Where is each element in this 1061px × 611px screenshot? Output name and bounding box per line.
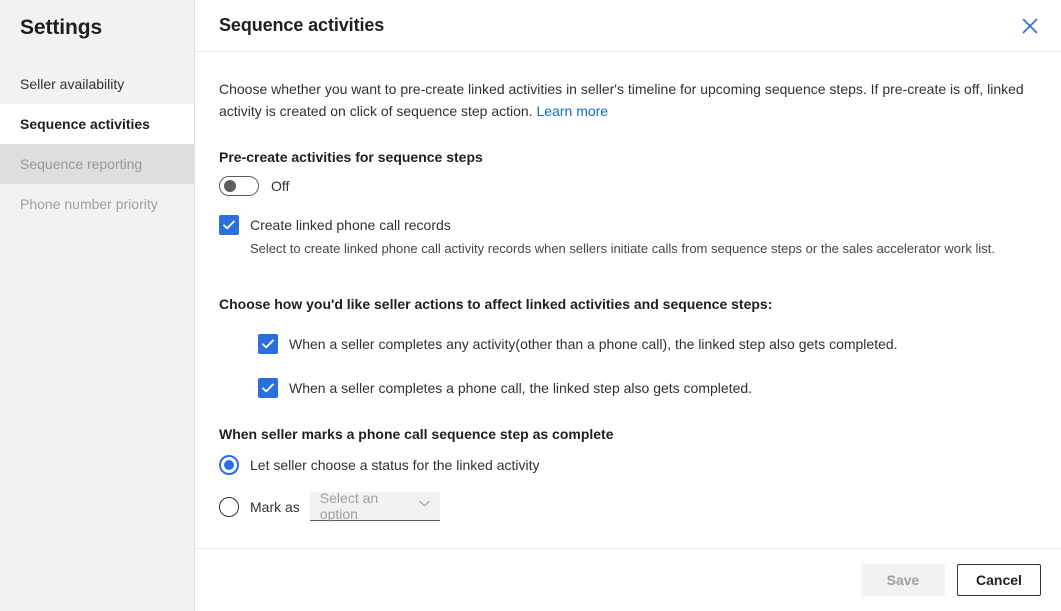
sidebar-item-label: Phone number priority: [20, 196, 158, 212]
precreate-toggle-row: Off: [219, 176, 1037, 196]
sidebar-item-sequence-reporting[interactable]: Sequence reporting: [0, 144, 194, 184]
radio-let-seller-row: Let seller choose a status for the linke…: [219, 455, 1037, 475]
save-button[interactable]: Save: [861, 564, 945, 596]
intro-text: Choose whether you want to pre-create li…: [219, 78, 1034, 122]
panel-header: Sequence activities: [195, 0, 1061, 52]
seller-action-option-2: When a seller completes a phone call, th…: [258, 378, 1037, 398]
settings-sidebar: Settings Seller availability Sequence ac…: [0, 0, 195, 611]
sidebar-item-phone-number-priority[interactable]: Phone number priority: [0, 184, 194, 224]
sidebar-item-label: Seller availability: [20, 76, 124, 92]
linked-records-row: Create linked phone call records: [219, 215, 1037, 235]
radio-mark-as-row: Mark as Select an option: [219, 492, 1037, 521]
sidebar-item-label: Sequence activities: [20, 116, 150, 132]
mark-as-dropdown[interactable]: Select an option: [310, 492, 440, 521]
radio-let-seller-label: Let seller choose a status for the linke…: [250, 457, 539, 473]
close-icon: [1022, 18, 1038, 34]
seller-action-2-label: When a seller completes a phone call, th…: [289, 378, 752, 398]
radio-let-seller-choose[interactable]: [219, 455, 239, 475]
sidebar-item-sequence-activities[interactable]: Sequence activities: [0, 104, 194, 144]
seller-action-option-1: When a seller completes any activity(oth…: [258, 334, 1037, 354]
linked-records-checkbox[interactable]: [219, 215, 239, 235]
precreate-toggle[interactable]: [219, 176, 259, 196]
panel-body: Choose whether you want to pre-create li…: [195, 52, 1061, 548]
toggle-thumb: [224, 180, 236, 192]
sidebar-item-label: Sequence reporting: [20, 156, 142, 172]
precreate-toggle-state: Off: [271, 178, 289, 194]
radio-mark-as-label: Mark as: [250, 499, 300, 515]
sidebar-title: Settings: [0, 0, 194, 42]
page-title: Sequence activities: [219, 15, 384, 36]
mark-as-dropdown-value: Select an option: [320, 490, 418, 522]
cancel-button[interactable]: Cancel: [957, 564, 1041, 596]
panel-footer: Save Cancel: [195, 548, 1061, 611]
radio-mark-as[interactable]: [219, 497, 239, 517]
seller-actions-heading: Choose how you'd like seller actions to …: [219, 296, 1037, 312]
seller-actions-options: When a seller completes any activity(oth…: [258, 334, 1037, 398]
sidebar-item-seller-availability[interactable]: Seller availability: [0, 64, 194, 104]
seller-action-1-checkbox[interactable]: [258, 334, 278, 354]
settings-dialog: Settings Seller availability Sequence ac…: [0, 0, 1061, 611]
settings-panel: Sequence activities Choose whether you w…: [195, 0, 1061, 611]
chevron-down-icon: [418, 497, 431, 515]
sidebar-nav: Seller availability Sequence activities …: [0, 64, 194, 224]
linked-records-description: Select to create linked phone call activ…: [250, 240, 1037, 258]
intro-sentence: Choose whether you want to pre-create li…: [219, 81, 1024, 119]
close-button[interactable]: [1017, 13, 1043, 39]
precreate-label: Pre-create activities for sequence steps: [219, 149, 1037, 165]
mark-complete-heading: When seller marks a phone call sequence …: [219, 426, 1037, 442]
seller-action-1-label: When a seller completes any activity(oth…: [289, 334, 898, 354]
learn-more-link[interactable]: Learn more: [537, 103, 609, 119]
linked-records-label: Create linked phone call records: [250, 215, 451, 235]
seller-action-2-checkbox[interactable]: [258, 378, 278, 398]
